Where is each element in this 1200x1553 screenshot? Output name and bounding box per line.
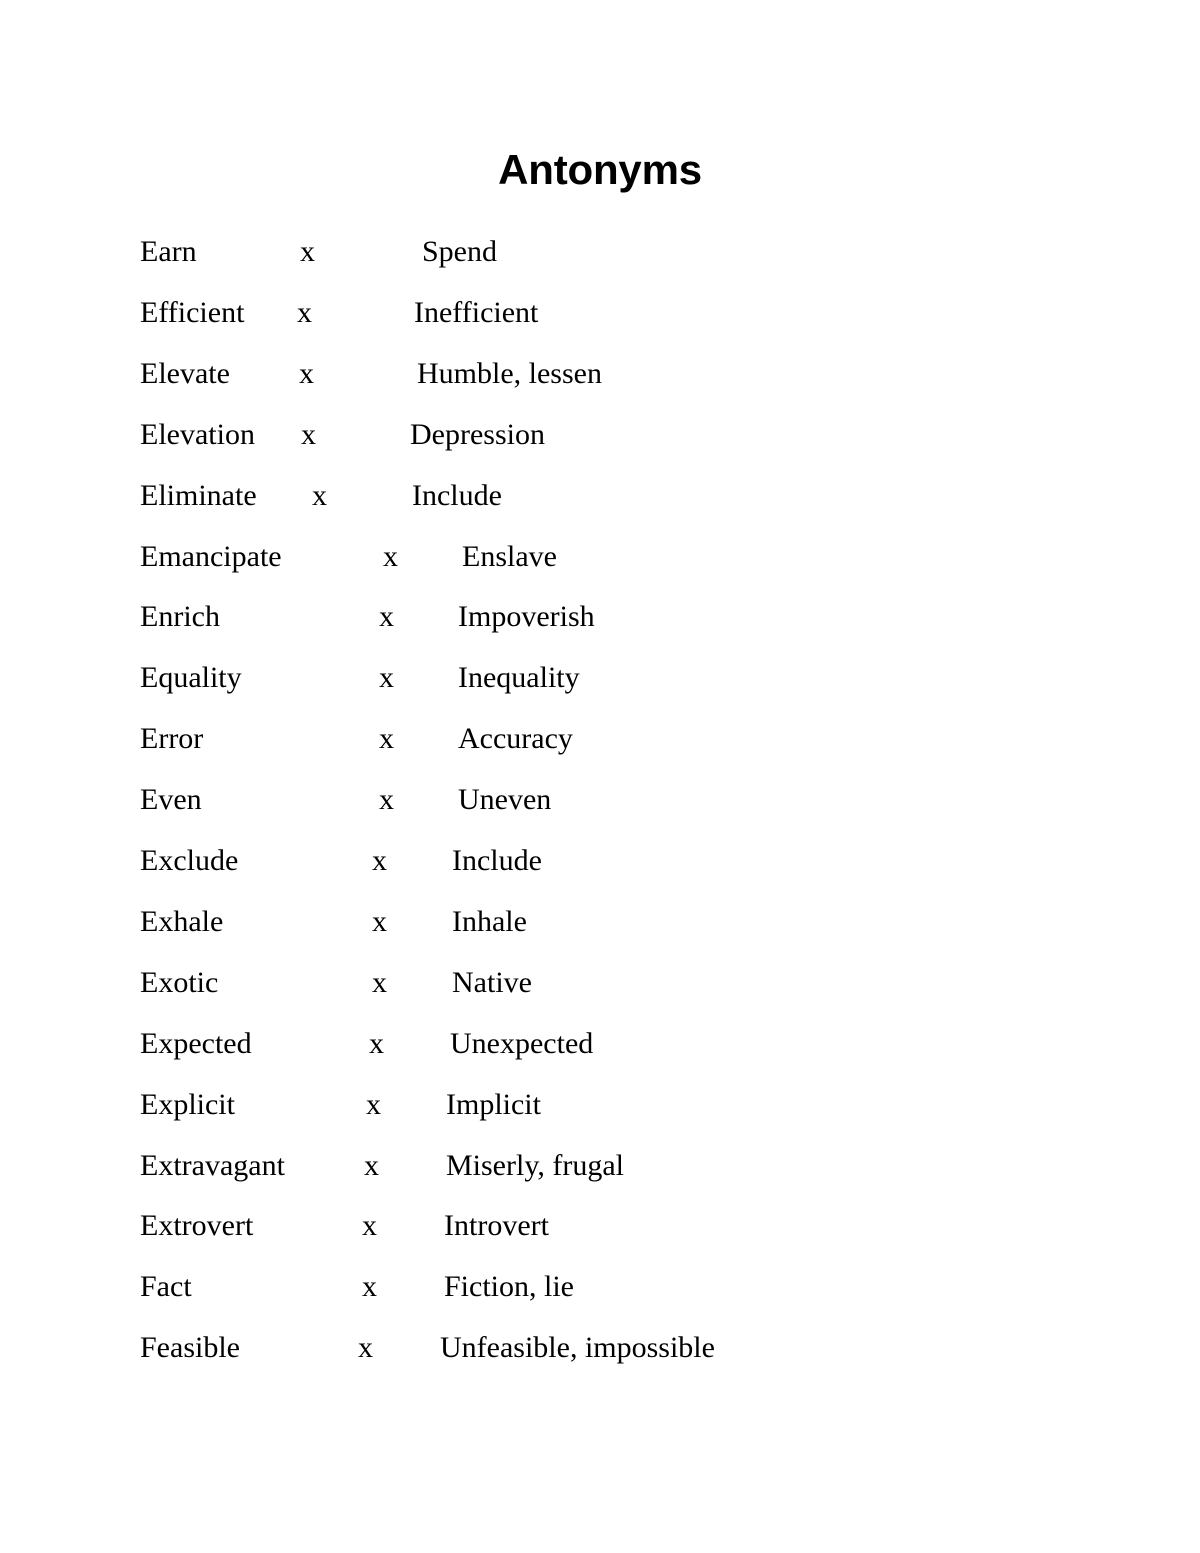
antonym-opposite: Depression — [410, 417, 545, 451]
antonym-separator: x — [379, 722, 394, 756]
table-row: Fact x Fiction, lie — [0, 1267, 1200, 1307]
table-row: Efficient x Inefficient — [0, 293, 1200, 333]
table-row: Error x Accuracy — [0, 719, 1200, 759]
antonym-separator: x — [372, 904, 387, 938]
antonym-separator: x — [364, 1148, 379, 1182]
antonym-opposite: Fiction, lie — [444, 1270, 574, 1304]
antonym-word: Extrovert — [140, 1209, 254, 1243]
antonym-separator: x — [300, 235, 315, 268]
antonym-separator: x — [362, 1209, 377, 1243]
antonym-opposite: Unexpected — [450, 1026, 594, 1060]
antonym-word: Enrich — [140, 600, 220, 634]
antonym-separator: x — [372, 965, 387, 999]
table-row: Eliminate x Include — [0, 476, 1200, 516]
antonym-word: Exclude — [140, 844, 239, 877]
antonym-opposite: Spend — [422, 235, 497, 268]
antonym-separator: x — [383, 539, 398, 573]
table-row: Even x Uneven — [0, 780, 1200, 820]
antonym-separator: x — [366, 1087, 381, 1121]
table-row: Explicit x Implicit — [0, 1085, 1200, 1125]
antonym-separator: x — [369, 1026, 384, 1060]
antonym-word: Expected — [140, 1026, 252, 1060]
antonym-opposite: Inequality — [458, 661, 580, 695]
antonym-word: Exhale — [140, 904, 224, 938]
antonym-separator: x — [312, 478, 327, 512]
table-row: Emancipate x Enslave — [0, 537, 1200, 577]
antonym-separator: x — [301, 417, 316, 451]
antonym-opposite: Unfeasible, impossible — [440, 1331, 715, 1365]
table-row: Exotic x Native — [0, 963, 1200, 1003]
antonym-opposite: Native — [452, 965, 532, 999]
antonym-word: Explicit — [140, 1087, 235, 1121]
antonym-separator: x — [362, 1270, 377, 1304]
antonym-list: Earn x Spend Efficient x Inefficient Elevate x H… — [0, 0, 1200, 1553]
table-row: Elevate x Humble, lessen — [0, 354, 1200, 394]
antonym-opposite: Introvert — [444, 1209, 549, 1243]
antonym-word: Emancipate — [140, 539, 282, 573]
antonym-word: Feasible — [140, 1331, 240, 1365]
table-row: Elevation x Depression — [0, 415, 1200, 455]
antonym-opposite: Uneven — [458, 783, 552, 817]
document-page: Antonyms Earn x Spend Efficient x Inefficient… — [0, 0, 1200, 1553]
antonym-opposite: Miserly, frugal — [446, 1148, 625, 1182]
antonym-opposite: Inefficient — [414, 295, 539, 329]
antonym-opposite: Accuracy — [458, 722, 573, 756]
antonym-separator: x — [299, 356, 314, 390]
antonym-opposite: Impoverish — [458, 600, 595, 634]
antonym-word: Error — [140, 722, 204, 756]
table-row: Extrovert x Introvert — [0, 1206, 1200, 1246]
antonym-word: Earn — [140, 235, 197, 268]
antonym-opposite: Include — [412, 478, 502, 512]
antonym-word: Exotic — [140, 965, 219, 999]
antonym-opposite: Inhale — [452, 904, 527, 938]
antonym-word: Elevation — [140, 417, 255, 451]
antonym-opposite: Include — [452, 844, 542, 877]
table-row: Feasible x Unfeasible, impossible — [0, 1328, 1200, 1368]
table-row: Enrich x Impoverish — [0, 597, 1200, 637]
antonym-word: Equality — [140, 661, 242, 695]
antonym-separator: x — [379, 600, 394, 634]
antonym-opposite: Enslave — [462, 539, 557, 573]
table-row: Exhale x Inhale — [0, 902, 1200, 942]
antonym-word: Even — [140, 783, 202, 817]
antonym-word: Eliminate — [140, 478, 257, 512]
antonym-word: Elevate — [140, 356, 230, 390]
table-row: Extravagant x Miserly, frugal — [0, 1146, 1200, 1186]
table-row: Exclude x Include — [0, 841, 1200, 881]
antonym-word: Extravagant — [140, 1148, 285, 1182]
antonym-word: Efficient — [140, 295, 245, 329]
antonym-separator: x — [372, 844, 387, 877]
antonym-separator: x — [358, 1331, 373, 1365]
antonym-opposite: Humble, lessen — [417, 356, 602, 390]
antonym-separator: x — [297, 295, 312, 329]
table-row: Earn x Spend — [0, 232, 1200, 272]
antonym-separator: x — [379, 661, 394, 695]
table-row: Equality x Inequality — [0, 658, 1200, 698]
antonym-separator: x — [379, 783, 394, 817]
antonym-word: Fact — [140, 1270, 192, 1304]
antonym-opposite: Implicit — [446, 1087, 541, 1121]
table-row: Expected x Unexpected — [0, 1024, 1200, 1064]
